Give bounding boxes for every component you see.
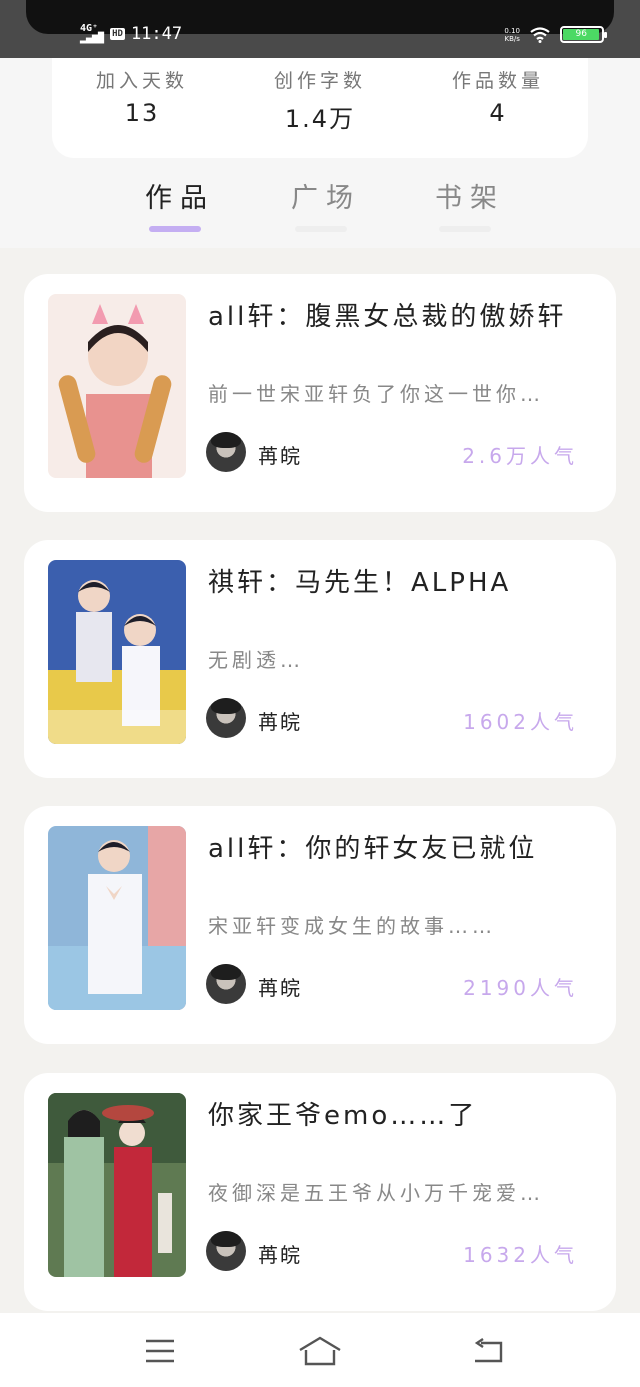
author-name[interactable]: 苒皖 (258, 706, 302, 735)
work-title[interactable]: all轩：你的轩女友已就位 (208, 828, 537, 865)
signal-icon: 4G⁺ ▂▄▆█ (80, 23, 105, 44)
status-right: 0.10 KB/s 96 (504, 26, 607, 43)
author-avatar[interactable] (206, 1231, 246, 1271)
author-name[interactable]: 苒皖 (258, 972, 302, 1001)
work-description: 宋亚轩变成女生的故事…… (208, 914, 496, 938)
author-avatar[interactable] (206, 698, 246, 738)
tab-works-indicator (149, 226, 201, 232)
menu-icon (146, 1339, 174, 1363)
work-popularity: 1602人气 (463, 710, 578, 734)
tab-works[interactable]: 作品 (130, 176, 230, 215)
author-name[interactable]: 苒皖 (258, 1239, 302, 1268)
tab-bookshelf[interactable]: 书架 (420, 176, 520, 215)
back-button[interactable] (464, 1331, 512, 1371)
tab-square[interactable]: 广场 (276, 176, 376, 215)
stats-card: 加入天数 13 创作字数 1.4万 作品数量 4 (52, 58, 588, 158)
work-popularity: 1632人气 (463, 1243, 578, 1267)
status-time: 11:47 (130, 24, 183, 44)
work-cover[interactable] (48, 1093, 186, 1277)
status-bar: 4G⁺ ▂▄▆█ HD 11:47 0.10 KB/s 96 (0, 0, 640, 58)
stat-word-count: 创作字数 1.4万 (273, 70, 366, 133)
tab-square-indicator (295, 226, 347, 232)
work-title[interactable]: 你家王爷emo……了 (208, 1095, 477, 1132)
work-card[interactable]: 祺轩：马先生！ALPHA 无剧透… 苒皖 1602人气 (24, 540, 616, 778)
hd-badge: HD (110, 28, 125, 40)
stat-join-days: 加入天数 13 (95, 70, 188, 127)
status-left: 4G⁺ ▂▄▆█ HD 11:47 (80, 23, 183, 45)
work-description: 前一世宋亚轩负了你这一世你… (208, 382, 544, 406)
battery-level: 96 (563, 29, 600, 40)
work-description: 夜御深是五王爷从小万千宠爱… (208, 1181, 544, 1205)
stat-works-count: 作品数量 4 (451, 70, 544, 127)
work-description: 无剧透… (208, 648, 304, 672)
work-title[interactable]: all轩：腹黑女总裁的傲娇轩 (208, 296, 566, 333)
work-card[interactable]: 你家王爷emo……了 夜御深是五王爷从小万千宠爱… 苒皖 1632人气 (24, 1073, 616, 1311)
battery-icon: 96 (560, 26, 607, 43)
back-icon (474, 1338, 503, 1363)
work-popularity: 2.6万人气 (462, 444, 578, 468)
work-card[interactable]: all轩：你的轩女友已就位 宋亚轩变成女生的故事…… 苒皖 2190人气 (24, 806, 616, 1044)
menu-button[interactable] (136, 1331, 184, 1371)
tab-bookshelf-indicator (439, 226, 491, 232)
system-nav-bar (0, 1313, 640, 1387)
wifi-icon (530, 26, 550, 43)
work-cover[interactable] (48, 560, 186, 744)
work-popularity: 2190人气 (463, 976, 578, 1000)
home-icon (299, 1336, 341, 1366)
home-button[interactable] (296, 1331, 344, 1371)
profile-header: 加入天数 13 创作字数 1.4万 作品数量 4 作品 广场 书架 (0, 58, 640, 248)
author-avatar[interactable] (206, 432, 246, 472)
work-card[interactable]: all轩：腹黑女总裁的傲娇轩 前一世宋亚轩负了你这一世你… 苒皖 2.6万人气 (24, 274, 616, 512)
work-cover[interactable] (48, 294, 186, 478)
work-cover[interactable] (48, 826, 186, 1010)
tab-bar: 作品 广场 书架 (0, 176, 640, 236)
author-avatar[interactable] (206, 964, 246, 1004)
author-name[interactable]: 苒皖 (258, 440, 302, 469)
work-title[interactable]: 祺轩：马先生！ALPHA (208, 562, 511, 599)
network-speed: 0.10 KB/s (504, 26, 520, 43)
